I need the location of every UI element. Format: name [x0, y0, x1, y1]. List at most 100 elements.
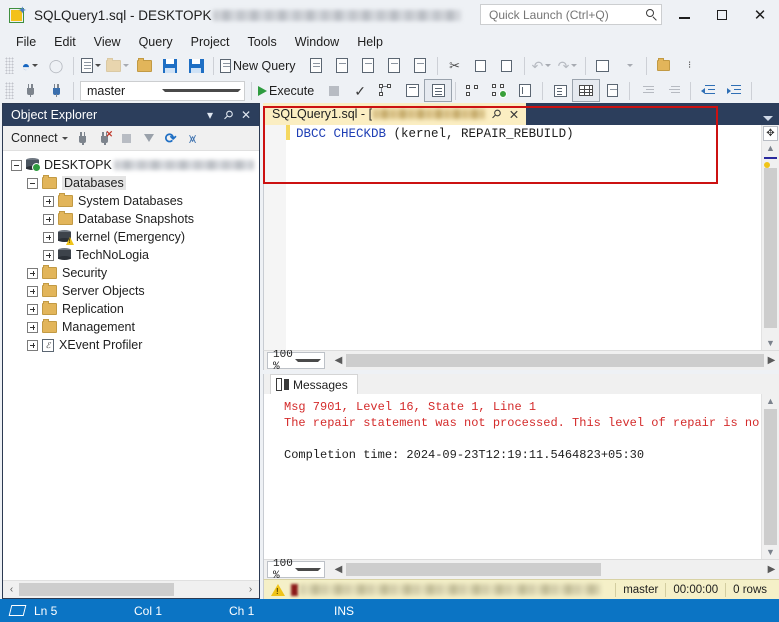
- intellisense-icon[interactable]: [424, 79, 453, 102]
- estimated-plan-icon[interactable]: [373, 80, 399, 101]
- scissors-icon[interactable]: ✂: [442, 55, 468, 76]
- dax-query-icon[interactable]: [407, 55, 433, 76]
- disconnect-button[interactable]: ◯: [43, 55, 69, 76]
- dmx-query-icon[interactable]: [355, 55, 381, 76]
- check-icon[interactable]: ✓: [347, 80, 373, 101]
- expander-icon[interactable]: [11, 159, 22, 171]
- activity-monitor-icon[interactable]: ⩙: [183, 128, 203, 148]
- live-stats-icon[interactable]: [512, 80, 538, 101]
- scroll-left-icon[interactable]: ◀: [331, 562, 346, 577]
- expander-icon[interactable]: [27, 339, 38, 351]
- tree-node-technologia-database[interactable]: TechNoLogia: [3, 246, 259, 264]
- redo-icon[interactable]: ↷: [555, 55, 581, 76]
- paste-icon[interactable]: [494, 55, 520, 76]
- scroll-right-icon[interactable]: ›: [243, 582, 258, 597]
- plug-change-icon[interactable]: [43, 80, 69, 101]
- mdx-query-icon[interactable]: [329, 55, 355, 76]
- editor-code[interactable]: DBCC CHECKDB (kernel, REPAIR_REBUILD): [290, 125, 761, 350]
- decrease-indent-icon[interactable]: [695, 80, 721, 101]
- refresh-icon[interactable]: ⟳: [161, 128, 181, 148]
- stop-icon[interactable]: [321, 80, 347, 101]
- filter-icon[interactable]: [139, 128, 159, 148]
- new-analysis-query-icon[interactable]: [303, 55, 329, 76]
- tree-node-xevent-profiler[interactable]: ℰ XEvent Profiler: [3, 336, 259, 354]
- connect-dropdown-button[interactable]: Connect: [9, 129, 71, 147]
- menu-project[interactable]: Project: [182, 32, 239, 52]
- uncomment-icon[interactable]: [660, 80, 686, 101]
- results-text-icon[interactable]: [547, 80, 573, 101]
- toolbar-grip[interactable]: [5, 57, 14, 74]
- expander-icon[interactable]: [43, 195, 54, 207]
- menu-file[interactable]: File: [7, 32, 45, 52]
- copy-icon[interactable]: [468, 55, 494, 76]
- plug-disconnect-icon[interactable]: ✕: [95, 128, 115, 148]
- query-editor[interactable]: DBCC CHECKDB (kernel, REPAIR_REBUILD): [264, 125, 761, 350]
- tree-node-server-objects[interactable]: Server Objects: [3, 282, 259, 300]
- find-dropdown[interactable]: [616, 55, 642, 76]
- menu-query[interactable]: Query: [130, 32, 182, 52]
- results-file-icon[interactable]: [599, 80, 625, 101]
- execute-button[interactable]: Execute: [256, 80, 321, 101]
- database-selector[interactable]: master: [80, 80, 245, 101]
- scroll-left-icon[interactable]: ◀: [331, 353, 346, 368]
- plug-icon[interactable]: [17, 80, 43, 101]
- scroll-track[interactable]: [764, 155, 777, 336]
- messages-vscrollbar[interactable]: ▲ ▼: [761, 394, 779, 559]
- new-query-button[interactable]: New Query: [218, 55, 303, 76]
- tree-node-kernel-database[interactable]: kernel (Emergency): [3, 228, 259, 246]
- minimize-button[interactable]: [665, 0, 703, 30]
- plug-icon[interactable]: [73, 128, 93, 148]
- undo-icon[interactable]: ↶: [529, 55, 555, 76]
- split-editor-icon[interactable]: ✥: [763, 126, 778, 141]
- scroll-down-icon[interactable]: ▼: [763, 545, 778, 559]
- messages-zoom-selector[interactable]: 100 %: [267, 558, 325, 582]
- object-explorer-hscrollbar[interactable]: ‹ ›: [3, 580, 259, 598]
- scroll-thumb[interactable]: [764, 168, 777, 328]
- results-grid-icon[interactable]: [572, 79, 601, 102]
- open-project-icon[interactable]: [131, 55, 157, 76]
- tab-overflow-icon[interactable]: [763, 116, 773, 121]
- expander-icon[interactable]: [27, 303, 38, 315]
- pin-icon[interactable]: ⚲: [488, 106, 504, 122]
- xmla-query-icon[interactable]: [381, 55, 407, 76]
- toolbar-grip-2[interactable]: [5, 82, 14, 99]
- actual-plan-icon[interactable]: [460, 80, 486, 101]
- comment-icon[interactable]: [634, 80, 660, 101]
- scroll-up-icon[interactable]: ▲: [763, 394, 778, 408]
- query-options-icon[interactable]: [399, 80, 425, 101]
- scroll-up-icon[interactable]: ▲: [763, 141, 778, 155]
- maximize-button[interactable]: [703, 0, 741, 30]
- connect-button[interactable]: ◓: [17, 55, 43, 76]
- chevron-down-icon[interactable]: ▾: [201, 106, 219, 124]
- menu-tools[interactable]: Tools: [239, 32, 286, 52]
- close-icon[interactable]: ✕: [507, 106, 521, 122]
- quick-launch-input[interactable]: [487, 6, 646, 23]
- increase-indent-icon[interactable]: [721, 80, 747, 101]
- toolbar-overflow-icon[interactable]: ⁝: [677, 55, 703, 76]
- messages-hscroll-track[interactable]: [346, 563, 764, 576]
- tree-node-databases[interactable]: Databases: [3, 174, 259, 192]
- menu-help[interactable]: Help: [348, 32, 392, 52]
- menu-view[interactable]: View: [85, 32, 130, 52]
- scroll-down-icon[interactable]: ▼: [763, 336, 778, 350]
- menu-edit[interactable]: Edit: [45, 32, 85, 52]
- quick-launch-box[interactable]: [480, 4, 662, 25]
- close-button[interactable]: ✕: [741, 0, 779, 30]
- scroll-thumb[interactable]: [764, 409, 777, 545]
- menu-window[interactable]: Window: [286, 32, 348, 52]
- tree-node-database-snapshots[interactable]: Database Snapshots: [3, 210, 259, 228]
- messages-text[interactable]: Msg 7901, Level 16, State 1, Line 1 The …: [264, 394, 761, 559]
- new-document-icon[interactable]: [78, 55, 104, 76]
- tree-node-server[interactable]: DESKTOPK: [3, 156, 259, 174]
- scroll-right-icon[interactable]: ▶: [764, 353, 779, 368]
- client-stats-icon[interactable]: [486, 80, 512, 101]
- scroll-right-icon[interactable]: ▶: [764, 562, 779, 577]
- expander-icon[interactable]: [27, 321, 38, 333]
- scroll-left-icon[interactable]: ‹: [4, 582, 19, 597]
- expander-icon[interactable]: [43, 249, 54, 261]
- expander-icon[interactable]: [43, 213, 54, 225]
- save-icon[interactable]: [157, 55, 183, 76]
- tab-messages[interactable]: Messages: [270, 374, 358, 394]
- editor-vscrollbar[interactable]: ✥ ▲ ▼: [761, 125, 779, 350]
- tree-node-management[interactable]: Management: [3, 318, 259, 336]
